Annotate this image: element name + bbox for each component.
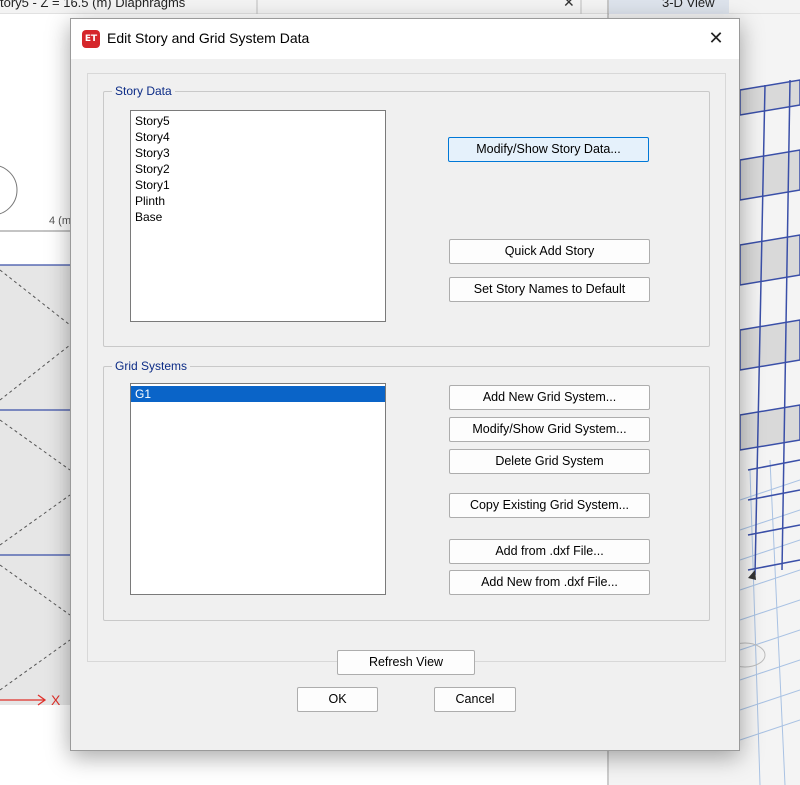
list-item[interactable]: Story2 [131, 161, 385, 177]
modify-show-grid-system-button[interactable]: Modify/Show Grid System... [449, 417, 650, 442]
list-item[interactable]: Story1 [131, 177, 385, 193]
cancel-button[interactable]: Cancel [434, 687, 516, 712]
story-data-legend: Story Data [112, 84, 175, 98]
dialog-titlebar[interactable]: ET Edit Story and Grid System Data ✕ [71, 19, 739, 59]
quick-add-story-button[interactable]: Quick Add Story [449, 239, 650, 264]
list-item[interactable]: Story4 [131, 129, 385, 145]
story-data-group: Story Data Story5 Story4 Story3 Story2 S… [103, 84, 710, 347]
story-list[interactable]: Story5 Story4 Story3 Story2 Story1 Plint… [130, 110, 386, 322]
list-item[interactable]: G1 [131, 386, 385, 402]
add-from-dxf-button[interactable]: Add from .dxf File... [449, 539, 650, 564]
background-3d-view-tab[interactable]: 3-D View [662, 0, 715, 13]
delete-grid-system-button[interactable]: Delete Grid System [449, 449, 650, 474]
ok-button[interactable]: OK [297, 687, 378, 712]
list-item[interactable]: Plinth [131, 193, 385, 209]
grid-system-list[interactable]: G1 [130, 383, 386, 595]
list-item[interactable]: Story3 [131, 145, 385, 161]
etabs-app-icon: ET [82, 30, 100, 48]
background-window-title: tory5 - Z = 16.5 (m) Diaphragms [0, 0, 186, 10]
grid-systems-legend: Grid Systems [112, 359, 191, 373]
refresh-view-button[interactable]: Refresh View [337, 650, 475, 675]
background-axis-x-marker: X [51, 692, 61, 708]
set-story-names-default-button[interactable]: Set Story Names to Default [449, 277, 650, 302]
add-new-from-dxf-button[interactable]: Add New from .dxf File... [449, 570, 650, 595]
list-item[interactable]: Base [131, 209, 385, 225]
modify-show-story-data-button[interactable]: Modify/Show Story Data... [448, 137, 649, 162]
background-dimension-label: 4 (m [49, 215, 71, 227]
close-icon[interactable]: ✕ [693, 19, 739, 59]
copy-existing-grid-system-button[interactable]: Copy Existing Grid System... [449, 493, 650, 518]
grid-systems-group: Grid Systems G1 Add New Grid System... M… [103, 359, 710, 621]
add-new-grid-system-button[interactable]: Add New Grid System... [449, 385, 650, 410]
list-item[interactable]: Story5 [131, 113, 385, 129]
edit-story-grid-dialog: ET Edit Story and Grid System Data ✕ Sto… [70, 18, 740, 751]
dialog-title: Edit Story and Grid System Data [107, 30, 310, 46]
background-close-icon[interactable]: ✕ [563, 0, 575, 11]
dialog-content: Story Data Story5 Story4 Story3 Story2 S… [87, 73, 726, 712]
